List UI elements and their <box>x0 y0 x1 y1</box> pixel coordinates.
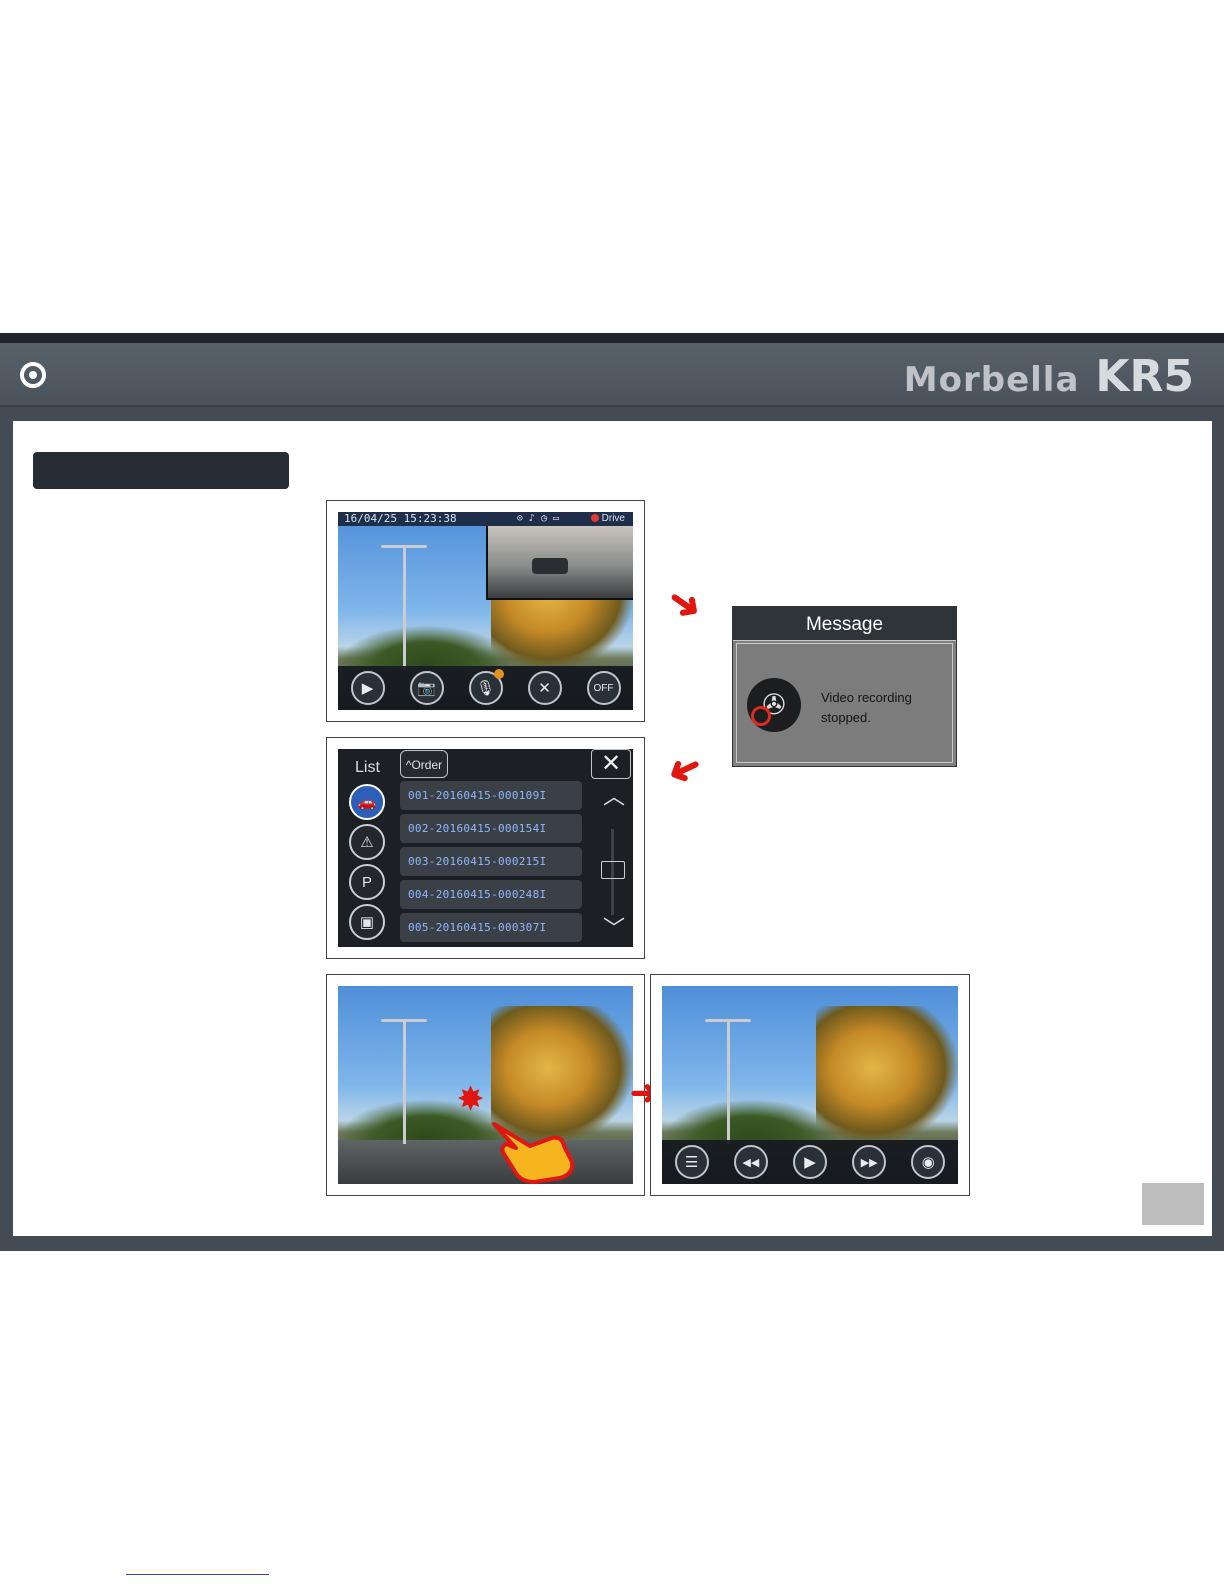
screen-off-icon[interactable]: OFF <box>586 671 621 705</box>
street-lamp <box>705 1018 752 1145</box>
scroll-thumb[interactable] <box>601 861 625 879</box>
message-dialog: Message ✇ Video recording stopped. <box>732 606 957 767</box>
mic-glyph: 🎙 <box>475 680 496 697</box>
list-icon[interactable]: ☰ <box>674 1145 709 1179</box>
file-list-screen: List ^Order ✕ 🚗 ⚠ P ▣ 001-20160415-00010… <box>338 749 633 947</box>
rewind-icon[interactable]: ◀◀ <box>733 1145 768 1179</box>
road-scene <box>338 986 633 1184</box>
brand-name: Morbella <box>903 360 1080 400</box>
footnote-separator <box>126 1574 269 1575</box>
play-icon[interactable]: ▶ <box>350 671 385 705</box>
list-item[interactable]: 003-20160415-000215I <box>400 847 582 876</box>
file-list-screenshot: List ^Order ✕ 🚗 ⚠ P ▣ 001-20160415-00010… <box>326 737 645 959</box>
live-view-screen: 16/04/25 15:23:38 ⊙♪◷▭ Drive ▶ 📷 🎙 ✕ OFF <box>338 512 633 710</box>
playback-screen: ☰ ◀◀ ▶ ▶▶ ◉ <box>662 986 958 1184</box>
parking-icon[interactable]: P <box>349 864 385 900</box>
street-lamp <box>380 544 427 671</box>
live-view-screenshot: 16/04/25 15:23:38 ⊙♪◷▭ Drive ▶ 📷 🎙 ✕ OFF <box>326 500 645 722</box>
scroll-down-icon[interactable]: ﹀ <box>603 911 625 943</box>
list-item[interactable]: 001-20160415-000109I <box>400 781 582 810</box>
film-reel-icon: ✇ <box>747 678 801 732</box>
event-icon[interactable]: ⚠ <box>349 824 385 860</box>
playback-controls-screenshot: ☰ ◀◀ ▶ ▶▶ ◉ <box>650 974 970 1196</box>
tools-icon[interactable]: ✕ <box>527 671 562 705</box>
tap-hand-icon <box>492 1122 575 1184</box>
tap-burst-icon: ✸ <box>458 1083 484 1116</box>
record-icon <box>590 514 599 522</box>
video-screen[interactable] <box>338 986 633 1184</box>
message-text: Video recording stopped. <box>821 688 946 728</box>
prohibited-icon <box>751 706 771 726</box>
timer-icon: ◷ <box>540 513 553 524</box>
gps-icon: ⊙ <box>516 513 529 524</box>
mode-indicator: Drive <box>590 512 625 526</box>
play-icon[interactable]: ▶ <box>792 1145 827 1179</box>
status-bar: 16/04/25 15:23:38 ⊙♪◷▭ Drive <box>338 512 633 526</box>
top-strip <box>0 333 1224 343</box>
page-number-box <box>1142 1183 1204 1225</box>
sd-card-icon: ▭ <box>552 513 565 524</box>
header-bar: Morbella KR5 <box>0 343 1224 407</box>
message-line-2: stopped. <box>821 710 871 725</box>
list-item[interactable]: 005-20160415-000307I <box>400 913 582 942</box>
datetime: 16/04/25 15:23:38 <box>344 512 457 525</box>
drive-icon[interactable]: 🚗 <box>349 784 385 820</box>
status-icons: ⊙♪◷▭ <box>517 512 565 526</box>
brand-logo: Morbella KR5 <box>904 351 1194 402</box>
rear-camera-pip <box>486 526 633 600</box>
message-body: ✇ Video recording stopped. <box>736 643 953 763</box>
message-title: Message <box>733 607 956 641</box>
list-item[interactable]: 004-20160415-000248I <box>400 880 582 909</box>
order-label: Order <box>411 758 443 772</box>
section-heading-bar <box>33 452 289 489</box>
list-item[interactable]: 002-20160415-000154I <box>400 814 582 843</box>
close-icon[interactable]: ✕ <box>591 749 631 779</box>
street-lamp <box>380 1018 427 1145</box>
mode-label: Drive <box>601 513 625 524</box>
road <box>338 1140 633 1184</box>
mic-icon[interactable]: 🎙 <box>468 669 504 705</box>
photo-icon[interactable]: ▣ <box>349 904 385 940</box>
order-button[interactable]: ^Order <box>400 750 448 778</box>
video-touch-screenshot <box>326 974 645 1196</box>
fast-forward-icon[interactable]: ▶▶ <box>852 1145 887 1179</box>
playback-control-bar: ☰ ◀◀ ▶ ▶▶ ◉ <box>662 1140 958 1184</box>
mic-icon: ♪ <box>528 513 541 524</box>
target-icon <box>20 362 46 388</box>
message-line-1: Video recording <box>821 690 912 705</box>
scroll-up-icon[interactable]: ︿ <box>603 779 625 811</box>
mic-on-badge <box>493 669 504 679</box>
brand-model: KR5 <box>1095 351 1194 402</box>
front-camera-icon[interactable]: ◉ <box>911 1145 946 1179</box>
list-title: List <box>355 759 380 776</box>
camera-icon[interactable]: 📷 <box>409 671 444 705</box>
live-button-bar: ▶ 📷 🎙 ✕ OFF <box>338 666 633 710</box>
